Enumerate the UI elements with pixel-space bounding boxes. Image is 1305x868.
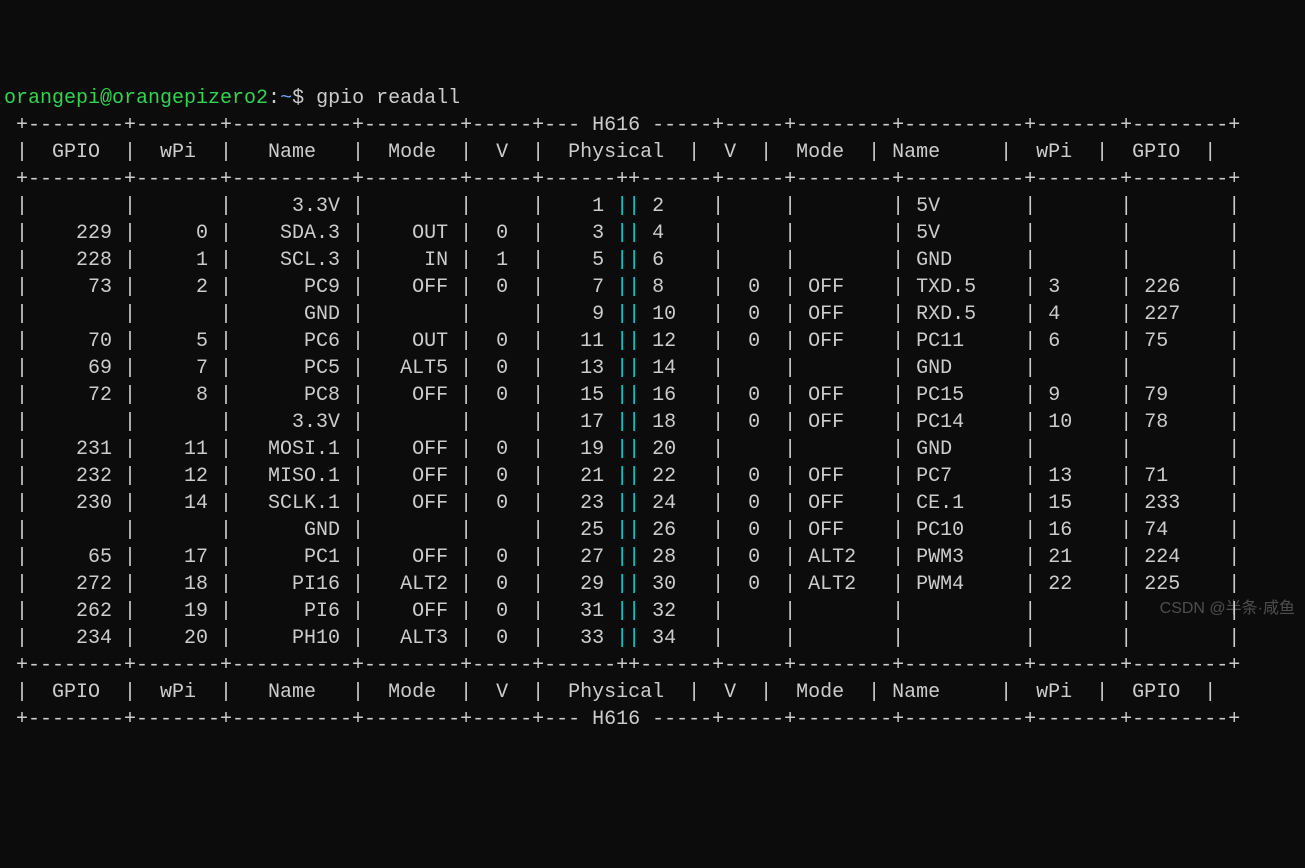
- terminal-output: orangepi@orangepizero2:~$ gpio readall +…: [4, 85, 1301, 733]
- watermark: CSDN @半条·咸鱼: [1160, 598, 1295, 620]
